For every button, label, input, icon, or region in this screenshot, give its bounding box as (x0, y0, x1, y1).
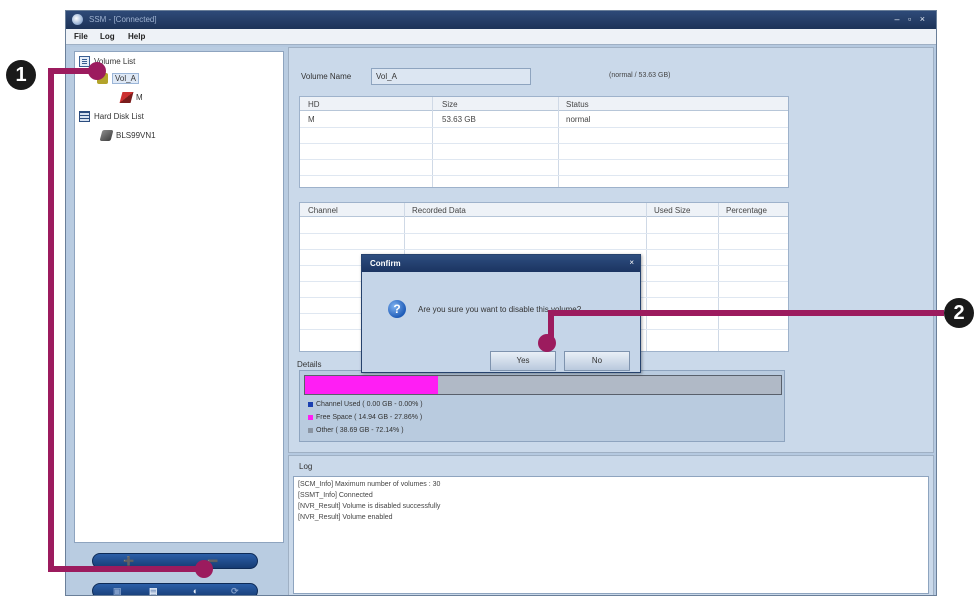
volume-format-button[interactable]: ▤ (149, 584, 158, 595)
size-column-header: Size (442, 100, 458, 109)
tree-volume-list[interactable]: Volume List (79, 56, 135, 67)
legend-other: Other ( 38.69 GB - 72.14% ) (308, 427, 404, 434)
log-line: [SCM_Info] Maximum number of volumes : 3… (298, 481, 441, 488)
question-icon: ? (388, 300, 406, 318)
callout-2-line (548, 310, 944, 316)
format-button[interactable]: ▣ (113, 584, 122, 595)
legend-label: Free Space ( 14.94 GB - 27.86% ) (316, 414, 423, 421)
hd-cell: M (308, 115, 315, 124)
channel-table-header: Channel Recorded Data Used Size Percenta… (300, 203, 788, 217)
volume-name-field[interactable]: Vol_A (371, 68, 531, 85)
tree-volume-child-label: M (136, 93, 143, 102)
log-line: [SSMT_Info] Connected (298, 492, 373, 499)
callout-2-dot (538, 334, 556, 352)
log-line: [NVR_Result] Volume is disabled successf… (298, 503, 441, 510)
recorded-data-column-header: Recorded Data (412, 206, 466, 215)
tree-volume-child[interactable]: M (119, 92, 143, 103)
hd-column-header: HD (308, 100, 320, 109)
menu-file[interactable]: File (74, 32, 88, 41)
log-label: Log (299, 462, 313, 471)
callout-1-dot (195, 560, 213, 578)
details-box: Channel Used ( 0.00 GB - 0.00% ) Free Sp… (299, 370, 785, 442)
volume-tree: Volume List Vol_A M Hard Disk List BLS99… (74, 51, 284, 543)
free-space-swatch (308, 415, 313, 420)
legend-label: Other ( 38.69 GB - 72.14% ) (316, 427, 404, 434)
log-panel: Log [SCM_Info] Maximum number of volumes… (288, 455, 934, 595)
tree-volume-label: Vol_A (112, 73, 139, 84)
close-icon[interactable]: × (629, 258, 634, 267)
log-line: [NVR_Result] Volume enabled (298, 514, 393, 521)
used-size-column-header: Used Size (654, 206, 691, 215)
hard-disk-icon (99, 130, 114, 141)
app-window: SSM - [Connected] – ▫ × File Log Help Vo… (65, 10, 937, 596)
legend-free-space: Free Space ( 14.94 GB - 27.86% ) (308, 414, 422, 421)
callout-1-dot (88, 62, 106, 80)
legend-label: Channel Used ( 0.00 GB - 0.00% ) (316, 401, 423, 408)
hd-table: HD Size Status M 53.63 GB normal (299, 96, 789, 188)
tree-hard-disk-list[interactable]: Hard Disk List (79, 111, 144, 122)
volume-action-bar: ▣ ▤ ◐ ⟳ (92, 583, 258, 595)
menu-help[interactable]: Help (128, 32, 145, 41)
volume-status-text: (normal / 53.63 GB) (609, 72, 671, 79)
callout-1-badge: 1 (6, 60, 36, 90)
tree-disk[interactable]: BLS99VN1 (99, 130, 156, 141)
hd-table-header: HD Size Status (300, 97, 788, 111)
window-title: SSM - [Connected] (89, 15, 157, 24)
status-column-header: Status (566, 100, 589, 109)
log-output[interactable]: [SCM_Info] Maximum number of volumes : 3… (293, 476, 929, 594)
percentage-column-header: Percentage (726, 206, 767, 215)
dialog-title: Confirm (370, 259, 401, 268)
channel-used-swatch (308, 402, 313, 407)
menu-log[interactable]: Log (100, 32, 115, 41)
volume-detail-panel: Volume Name Vol_A (normal / 53.63 GB) HD… (288, 47, 934, 453)
size-cell: 53.63 GB (442, 115, 476, 124)
callout-1-line (48, 68, 54, 570)
menu-bar: File Log Help (66, 29, 936, 45)
yes-button[interactable]: Yes (490, 351, 556, 371)
refresh-button[interactable]: ⟳ (231, 584, 239, 595)
details-label: Details (297, 360, 322, 369)
no-button[interactable]: No (564, 351, 630, 371)
callout-1-line (48, 566, 208, 572)
tree-hard-disk-list-label: Hard Disk List (94, 112, 144, 121)
storage-usage-bar (304, 375, 782, 395)
status-cell: normal (566, 115, 591, 124)
channel-column-header: Channel (308, 206, 338, 215)
hard-disk-list-icon (79, 111, 90, 122)
hard-disk-red-icon (119, 92, 134, 103)
window-controls[interactable]: – ▫ × (895, 14, 928, 24)
disable-volume-button[interactable]: ◐ (193, 584, 198, 595)
tree-disk-label: BLS99VN1 (116, 131, 156, 140)
app-icon (72, 14, 83, 25)
free-space-fill (305, 376, 438, 394)
callout-2-badge: 2 (944, 298, 974, 328)
title-bar: SSM - [Connected] – ▫ × (66, 11, 936, 29)
other-swatch (308, 428, 313, 433)
dialog-title-bar: Confirm × (362, 255, 640, 272)
legend-channel-used: Channel Used ( 0.00 GB - 0.00% ) (308, 401, 423, 408)
volume-name-label: Volume Name (301, 72, 352, 81)
sidebar: Volume List Vol_A M Hard Disk List BLS99… (70, 47, 288, 595)
